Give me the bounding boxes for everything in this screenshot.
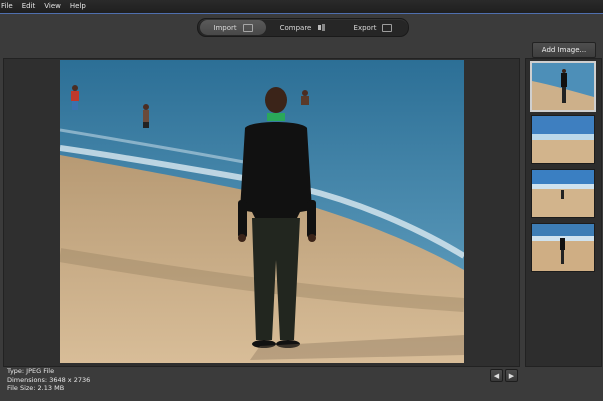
thumb-beach-figure: [532, 170, 594, 217]
thumbnail-3[interactable]: [531, 169, 595, 218]
thumbnail-1[interactable]: [530, 61, 596, 112]
add-image-button[interactable]: Add Image...: [532, 42, 596, 58]
thumb-man-on-beach: [532, 63, 594, 110]
next-image-button[interactable]: ▶: [505, 369, 518, 382]
import-button[interactable]: Import: [200, 20, 266, 35]
file-type: Type: JPEG File: [7, 367, 55, 375]
menu-file[interactable]: File: [1, 0, 13, 13]
menu-bar: File Edit View Help: [0, 0, 603, 14]
beach-photo: [60, 60, 464, 363]
main-photo: [60, 60, 464, 363]
import-icon: [242, 23, 253, 32]
image-dimensions: Dimensions: 3648 x 2736: [7, 375, 91, 384]
import-label: Import: [213, 23, 237, 32]
previous-image-button[interactable]: ◀: [490, 369, 503, 382]
thumbnail-4[interactable]: [531, 223, 595, 272]
previous-icon: ◀: [493, 371, 500, 380]
mode-switcher: Import Compare Export: [197, 18, 409, 37]
file-size: File Size: 2.13 MB: [7, 384, 65, 392]
menu-view[interactable]: View: [44, 0, 61, 13]
thumbnail-strip: [525, 58, 602, 367]
compare-button[interactable]: Compare: [270, 20, 336, 35]
export-label: Export: [353, 23, 377, 32]
compare-icon: [318, 24, 326, 31]
toolbar: Import Compare Export: [0, 14, 603, 38]
thumb-beach-empty: [532, 116, 594, 163]
export-icon: [382, 23, 393, 32]
compare-label: Compare: [279, 23, 312, 32]
image-info: Type: JPEG File Dimensions: 3648 x 2736 …: [7, 367, 90, 393]
next-icon: ▶: [508, 371, 515, 380]
thumb-beach-man-standing: [532, 224, 594, 271]
menu-help[interactable]: Help: [70, 0, 86, 13]
export-button[interactable]: Export: [340, 20, 406, 35]
thumbnail-2[interactable]: [531, 115, 595, 164]
menu-edit[interactable]: Edit: [22, 0, 36, 13]
